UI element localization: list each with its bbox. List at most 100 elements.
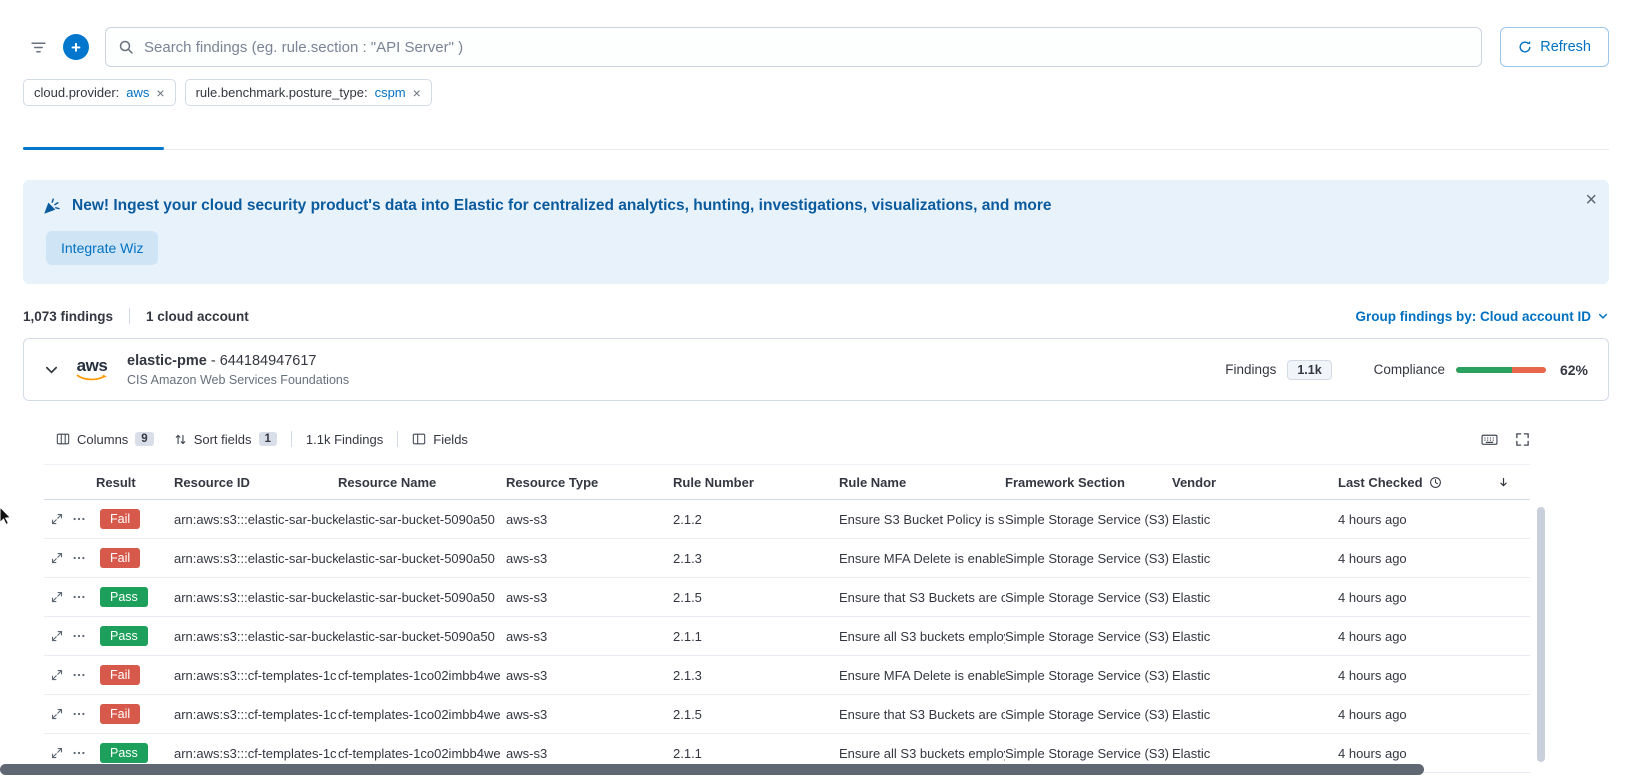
chevron-down-icon bbox=[1597, 310, 1609, 322]
account-id: 644184947617 bbox=[220, 353, 317, 369]
row-actions-icon[interactable] bbox=[72, 629, 86, 643]
aws-logo: aws bbox=[76, 357, 108, 382]
expand-row-icon[interactable] bbox=[51, 513, 63, 525]
column-header-vendor[interactable]: Vendor bbox=[1172, 475, 1338, 490]
last-checked-cell: 4 hours ago bbox=[1338, 512, 1530, 527]
expand-row-icon[interactable] bbox=[51, 708, 63, 720]
result-badge: Fail bbox=[100, 665, 140, 685]
grid-toolbar: Columns 9 Sort fields 1 1.1k Findings Fi… bbox=[44, 427, 1530, 451]
add-filter-button[interactable]: + bbox=[63, 34, 89, 60]
table-header-row: Result Resource ID Resource Name Resourc… bbox=[44, 464, 1530, 500]
active-tab[interactable] bbox=[23, 128, 164, 150]
row-actions-icon[interactable] bbox=[72, 590, 86, 604]
resource-type-cell: aws-s3 bbox=[506, 707, 673, 722]
table-row: Fail arn:aws:s3:::cf-templates-1c cf-tem… bbox=[44, 656, 1530, 695]
column-header-resource-id[interactable]: Resource ID bbox=[174, 475, 338, 490]
resource-id-cell: arn:aws:s3:::elastic-sar-buck bbox=[174, 551, 338, 566]
columns-count-badge: 9 bbox=[135, 432, 153, 446]
column-header-rule-name[interactable]: Rule Name bbox=[839, 475, 1005, 490]
filter-pills: cloud.provider: aws × rule.benchmark.pos… bbox=[23, 79, 1609, 106]
account-name: elastic-pme bbox=[127, 353, 207, 369]
clock-icon bbox=[1429, 476, 1442, 489]
findings-label: Findings bbox=[1225, 362, 1276, 377]
vertical-scrollbar[interactable] bbox=[1537, 507, 1545, 762]
group-by-label: Group findings by: Cloud account ID bbox=[1356, 309, 1592, 324]
promo-banner: New! Ingest your cloud security product'… bbox=[23, 180, 1609, 284]
filter-pill[interactable]: rule.benchmark.posture_type: cspm × bbox=[185, 79, 432, 106]
row-actions-icon[interactable] bbox=[72, 512, 86, 526]
rule-number-cell: 2.1.1 bbox=[673, 746, 839, 761]
rule-number-cell: 2.1.3 bbox=[673, 551, 839, 566]
resource-name-cell: cf-templates-1co02imbb4we bbox=[338, 707, 506, 722]
resource-name-cell: elastic-sar-bucket-5090a50 bbox=[338, 629, 506, 644]
resource-id-cell: arn:aws:s3:::elastic-sar-buck bbox=[174, 629, 338, 644]
compliance-label: Compliance bbox=[1374, 362, 1445, 377]
row-actions-icon[interactable] bbox=[72, 746, 86, 760]
sort-descending-icon[interactable] bbox=[1497, 476, 1510, 489]
toolbar-divider bbox=[291, 431, 292, 447]
row-actions-icon[interactable] bbox=[72, 707, 86, 721]
columns-label: Columns bbox=[77, 432, 128, 447]
resource-id-cell: arn:aws:s3:::elastic-sar-buck bbox=[174, 590, 338, 605]
refresh-icon bbox=[1518, 40, 1532, 54]
findings-table: Columns 9 Sort fields 1 1.1k Findings Fi… bbox=[23, 427, 1609, 773]
row-actions-icon[interactable] bbox=[72, 551, 86, 565]
group-findings-by[interactable]: Group findings by: Cloud account ID bbox=[1356, 309, 1610, 324]
search-input[interactable] bbox=[144, 39, 1469, 56]
table-body: Fail arn:aws:s3:::elastic-sar-buck elast… bbox=[44, 500, 1530, 773]
compliance-bar-fill bbox=[1456, 367, 1512, 373]
column-header-resource-name[interactable]: Resource Name bbox=[338, 475, 506, 490]
resource-type-cell: aws-s3 bbox=[506, 512, 673, 527]
refresh-button[interactable]: Refresh bbox=[1500, 27, 1609, 67]
expand-row-icon[interactable] bbox=[51, 630, 63, 642]
account-benchmark: CIS Amazon Web Services Foundations bbox=[127, 373, 349, 387]
resource-type-cell: aws-s3 bbox=[506, 551, 673, 566]
sort-fields-button[interactable]: Sort fields 1 bbox=[174, 432, 277, 447]
column-header-result[interactable]: Result bbox=[92, 475, 174, 490]
rule-name-cell: Ensure MFA Delete is enablec bbox=[839, 551, 1005, 566]
filter-button[interactable] bbox=[23, 32, 53, 62]
row-actions-icon[interactable] bbox=[72, 668, 86, 682]
last-checked-cell: 4 hours ago bbox=[1338, 590, 1530, 605]
account-accordion: aws elastic-pme - 644184947617 CIS Amazo… bbox=[23, 338, 1609, 401]
compliance-bar bbox=[1456, 367, 1546, 373]
toolbar-divider bbox=[397, 431, 398, 447]
framework-section-cell: Simple Storage Service (S3) bbox=[1005, 590, 1172, 605]
vendor-cell: Elastic bbox=[1172, 512, 1338, 527]
column-header-last-checked[interactable]: Last Checked bbox=[1338, 475, 1530, 490]
keyboard-shortcuts-icon[interactable] bbox=[1481, 431, 1498, 448]
expand-row-icon[interactable] bbox=[51, 747, 63, 759]
last-checked-cell: 4 hours ago bbox=[1338, 707, 1530, 722]
column-header-framework-section[interactable]: Framework Section bbox=[1005, 475, 1172, 490]
remove-filter-icon[interactable]: × bbox=[413, 86, 421, 100]
sort-icon bbox=[174, 433, 187, 446]
accordion-chevron-icon[interactable] bbox=[44, 362, 59, 377]
findings-count-badge: 1.1k bbox=[1287, 360, 1331, 380]
expand-row-icon[interactable] bbox=[51, 591, 63, 603]
fields-label: Fields bbox=[433, 432, 468, 447]
table-row: Fail arn:aws:s3:::elastic-sar-buck elast… bbox=[44, 539, 1530, 578]
resource-type-cell: aws-s3 bbox=[506, 668, 673, 683]
column-header-resource-type[interactable]: Resource Type bbox=[506, 475, 673, 490]
rule-name-cell: Ensure all S3 buckets employ bbox=[839, 746, 1005, 761]
banner-close-icon[interactable]: × bbox=[1585, 190, 1597, 210]
resource-name-cell: cf-templates-1co02imbb4we bbox=[338, 746, 506, 761]
integrate-wiz-button[interactable]: Integrate Wiz bbox=[46, 231, 158, 265]
fullscreen-icon[interactable] bbox=[1515, 432, 1530, 447]
fields-button[interactable]: Fields bbox=[412, 432, 468, 447]
horizontal-scrollbar[interactable] bbox=[0, 764, 1424, 775]
columns-button[interactable]: Columns 9 bbox=[56, 432, 154, 447]
vendor-cell: Elastic bbox=[1172, 590, 1338, 605]
column-header-rule-number[interactable]: Rule Number bbox=[673, 475, 839, 490]
framework-section-cell: Simple Storage Service (S3) bbox=[1005, 629, 1172, 644]
resource-id-cell: arn:aws:s3:::cf-templates-1c bbox=[174, 746, 338, 761]
active-tab-indicator bbox=[23, 147, 164, 150]
remove-filter-icon[interactable]: × bbox=[156, 86, 164, 100]
last-checked-cell: 4 hours ago bbox=[1338, 668, 1530, 683]
rule-number-cell: 2.1.1 bbox=[673, 629, 839, 644]
expand-row-icon[interactable] bbox=[51, 669, 63, 681]
expand-row-icon[interactable] bbox=[51, 552, 63, 564]
filter-pill[interactable]: cloud.provider: aws × bbox=[23, 79, 176, 106]
rule-number-cell: 2.1.5 bbox=[673, 590, 839, 605]
resource-id-cell: arn:aws:s3:::cf-templates-1c bbox=[174, 668, 338, 683]
